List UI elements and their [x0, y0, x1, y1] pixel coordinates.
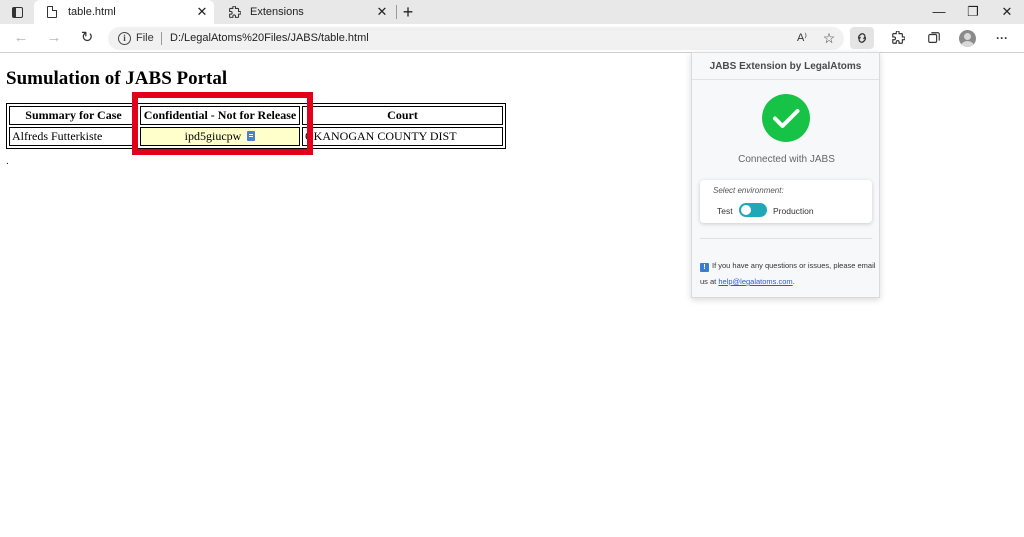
jabs-extension-icon[interactable]	[850, 27, 874, 49]
tab-label: table.html	[68, 6, 116, 18]
close-tab-icon[interactable]: ✕	[192, 4, 212, 20]
environment-card: Select environment: Test Production	[700, 180, 872, 223]
info-icon[interactable]: i	[118, 32, 131, 45]
table-cell-summary: Alfreds Futterkiste	[9, 127, 138, 146]
jabs-extension-popup: JABS Extension by LegalAtoms Connected w…	[691, 52, 880, 298]
tab-strip: table.html ✕ Extensions ✕ + — ❐ ✕	[0, 0, 1024, 24]
forward-button[interactable]: →	[41, 27, 67, 49]
puzzle-icon	[226, 5, 242, 19]
back-button[interactable]: ←	[8, 27, 34, 49]
environment-label: Select environment:	[713, 186, 784, 195]
column-header: Court	[302, 106, 503, 125]
tab-table-html[interactable]: table.html ✕	[34, 0, 214, 24]
profile-avatar[interactable]	[959, 30, 976, 47]
env-production-label: Production	[773, 206, 814, 216]
table-cell-court: OKANOGAN COUNTY DIST	[302, 127, 503, 146]
popup-header: JABS Extension by LegalAtoms	[692, 53, 879, 80]
connection-status: Connected with JABS	[738, 154, 835, 165]
popup-divider	[700, 238, 872, 239]
trailing-text: .	[6, 156, 9, 167]
help-suffix: .	[792, 277, 795, 286]
close-window-button[interactable]: ✕	[990, 0, 1024, 24]
browser-toolbar: ← → ↻ i File D:/LegalAtoms%20Files/JABS/…	[0, 24, 1024, 53]
more-menu-icon[interactable]: ···	[990, 27, 1014, 49]
favorite-star-icon[interactable]: ☆	[817, 27, 841, 49]
env-test-label: Test	[717, 206, 733, 216]
help-message: ! If you have any questions or issues, pl…	[700, 258, 876, 290]
minimize-button[interactable]: —	[922, 0, 956, 24]
page-title: Sumulation of JABS Portal	[6, 68, 228, 89]
tab-label: Extensions	[250, 6, 304, 18]
restore-button[interactable]: ❐	[956, 0, 990, 24]
reload-button[interactable]: ↻	[74, 27, 100, 49]
help-info-icon: !	[700, 263, 709, 272]
url-text[interactable]: D:/LegalAtoms%20Files/JABS/table.html	[170, 32, 369, 44]
tab-divider	[396, 5, 397, 19]
collections-icon[interactable]	[922, 27, 946, 49]
close-tab-icon[interactable]: ✕	[372, 4, 392, 20]
protocol-label: File	[136, 32, 154, 44]
tab-extensions[interactable]: Extensions ✕	[216, 0, 394, 24]
extensions-icon[interactable]	[886, 27, 910, 49]
address-bar[interactable]: i File D:/LegalAtoms%20Files/JABS/table.…	[108, 27, 844, 50]
tab-actions-menu-icon[interactable]	[8, 4, 26, 20]
check-success-icon	[762, 94, 810, 142]
read-aloud-icon[interactable]: A⁾	[790, 27, 814, 49]
document-icon	[44, 6, 60, 18]
toggle-knob	[741, 205, 751, 215]
address-divider	[161, 32, 162, 45]
column-header: Summary for Case	[9, 106, 138, 125]
new-tab-button[interactable]: +	[399, 1, 417, 23]
highlight-annotation-box	[132, 92, 313, 155]
help-email-link[interactable]: help@legalatoms.com	[718, 277, 792, 286]
environment-toggle[interactable]	[739, 203, 767, 217]
